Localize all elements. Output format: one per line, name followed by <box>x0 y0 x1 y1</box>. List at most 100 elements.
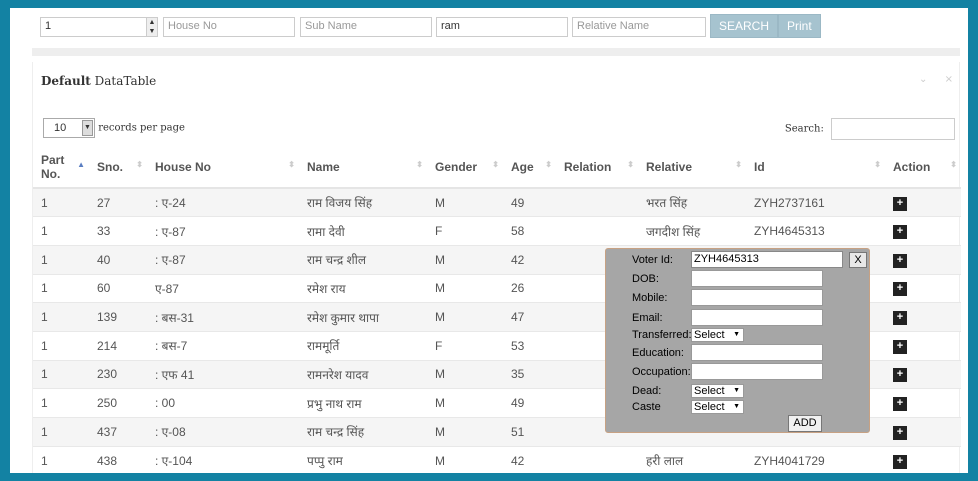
name-value: ram <box>441 20 460 32</box>
cell-relative: हरी लाल <box>638 445 746 473</box>
plus-icon[interactable]: + <box>893 196 907 211</box>
part-number-value: 1 <box>45 20 52 32</box>
plus-icon[interactable]: + <box>893 454 907 469</box>
occupation-field[interactable] <box>691 363 823 380</box>
cell-action: + <box>885 388 961 418</box>
cell-sno: 27 <box>89 187 147 217</box>
relative-name-input[interactable]: Relative Name <box>572 17 706 37</box>
cell-name: रमेश राय <box>299 273 427 303</box>
cell-part-no: 1 <box>33 388 89 418</box>
col-part-no[interactable]: Part No. ▲ <box>33 146 89 189</box>
plus-icon[interactable]: + <box>893 397 907 412</box>
sort-icon: ⬍ <box>416 160 423 169</box>
search-button[interactable]: SEARCH <box>710 14 779 38</box>
divider <box>32 48 960 56</box>
sub-name-input[interactable]: Sub Name <box>300 17 432 37</box>
add-button[interactable]: ADD <box>788 415 822 432</box>
col-action[interactable]: Action ⬍ <box>885 146 961 189</box>
col-gender-label: Gender <box>435 159 478 174</box>
cell-id: ZYH2737161 <box>746 187 885 217</box>
house-no-placeholder: House No <box>168 20 217 32</box>
dob-field[interactable] <box>691 270 823 287</box>
cell-name: राम चन्द्र शील <box>299 244 427 275</box>
plus-icon[interactable]: + <box>893 225 907 240</box>
plus-icon[interactable]: + <box>893 282 907 297</box>
sort-icon: ⬍ <box>136 160 143 169</box>
col-sno[interactable]: Sno. ⬍ <box>89 146 147 189</box>
records-per-page: 10 ▼ records per page <box>43 118 185 138</box>
table-row: 1 438: ए-104 पप्पु राम M 42 हरी लाल ZYH4041729… <box>33 445 961 473</box>
email-label: Email: <box>632 312 663 324</box>
cell-id: ZYH4041729 <box>746 445 885 473</box>
cell-sno: 214 <box>89 330 147 361</box>
dead-select[interactable]: Select ▼ <box>691 384 744 398</box>
col-house-no-label: House No <box>155 159 212 174</box>
transferred-select[interactable]: Select ▼ <box>691 328 744 342</box>
cell-sno: 40 <box>89 244 147 275</box>
mobile-field[interactable] <box>691 289 823 306</box>
cell-part-no: 1 <box>33 187 89 217</box>
plus-icon[interactable]: + <box>893 368 907 383</box>
plus-icon[interactable]: + <box>893 339 907 354</box>
col-gender[interactable]: Gender ⬍ <box>427 146 503 189</box>
collapse-icon[interactable]: ⌄ <box>919 74 927 85</box>
cell-part-no: 1 <box>33 302 89 332</box>
spinner-icon[interactable]: ▲ ▼ <box>146 18 157 36</box>
close-button[interactable]: X <box>849 252 867 268</box>
table-row: 1 27: ए-24 राम विजय सिंह M 49 भरत सिंह ZYH2737… <box>33 187 961 217</box>
cell-gender: M <box>427 302 503 332</box>
cell-part-no: 1 <box>33 417 89 447</box>
voter-id-field[interactable]: ZYH4645313 <box>691 251 843 268</box>
records-per-page-select[interactable]: 10 ▼ <box>43 118 95 138</box>
col-relation[interactable]: Relation ⬍ <box>556 146 638 189</box>
cell-age: 49 <box>503 388 556 418</box>
house-no-input[interactable]: House No <box>163 17 295 37</box>
cell-relation <box>556 187 638 217</box>
table-header-row: Part No. ▲ Sno. ⬍ House No ⬍ Name ⬍ Gender ⬍ … <box>33 146 961 189</box>
col-relative[interactable]: Relative ⬍ <box>638 146 746 189</box>
cell-house-no: : बस-31 <box>147 302 299 332</box>
cell-sno: 60 <box>89 273 147 303</box>
transferred-value: Select <box>694 329 725 341</box>
plus-icon[interactable]: + <box>893 253 907 268</box>
chevron-down-icon[interactable]: ▼ <box>82 120 93 136</box>
cell-action: + <box>885 216 961 246</box>
plus-icon[interactable]: + <box>893 311 907 326</box>
panel-title: Default DataTable <box>41 74 156 88</box>
records-per-page-label: records per page <box>98 122 185 134</box>
cell-age: 58 <box>503 216 556 246</box>
cell-gender: M <box>427 244 503 275</box>
mobile-label: Mobile: <box>632 292 668 304</box>
education-field[interactable] <box>691 344 823 361</box>
cell-age: 47 <box>503 302 556 332</box>
sub-name-placeholder: Sub Name <box>305 20 357 32</box>
col-house-no[interactable]: House No ⬍ <box>147 146 299 189</box>
sort-icon: ⬍ <box>950 160 957 169</box>
col-id[interactable]: Id ⬍ <box>746 146 885 189</box>
email-field[interactable] <box>691 309 823 326</box>
table-search-input[interactable] <box>831 118 955 140</box>
cell-house-no: : एफ 41 <box>147 359 299 389</box>
print-button[interactable]: Print <box>778 14 821 38</box>
col-name[interactable]: Name ⬍ <box>299 146 427 189</box>
cell-action: + <box>885 273 961 303</box>
sort-icon: ⬍ <box>492 160 499 169</box>
part-number-input[interactable]: 1 ▲ ▼ <box>40 17 158 37</box>
close-icon[interactable]: × <box>945 74 953 85</box>
app-frame: 1 ▲ ▼ House No Sub Name ram Relative Name… <box>10 8 968 473</box>
sort-asc-icon: ▲ <box>77 160 85 169</box>
col-name-label: Name <box>307 159 340 174</box>
voter-id-label: Voter Id: <box>632 254 673 266</box>
caste-select[interactable]: Select ▼ <box>691 400 744 414</box>
voter-detail-popup: Voter Id: ZYH4645313 X DOB: Mobile: Emai… <box>605 248 870 433</box>
col-age[interactable]: Age ⬍ <box>503 146 556 189</box>
col-id-label: Id <box>754 159 765 174</box>
cell-relation <box>556 216 638 246</box>
cell-relation <box>556 445 638 473</box>
cell-name: राममूर्ति <box>299 330 427 361</box>
col-relation-label: Relation <box>564 159 612 174</box>
sort-icon: ⬍ <box>874 160 881 169</box>
name-input[interactable]: ram <box>436 17 568 37</box>
cell-name: राम चन्द्र सिंह <box>299 417 427 447</box>
plus-icon[interactable]: + <box>893 425 907 440</box>
